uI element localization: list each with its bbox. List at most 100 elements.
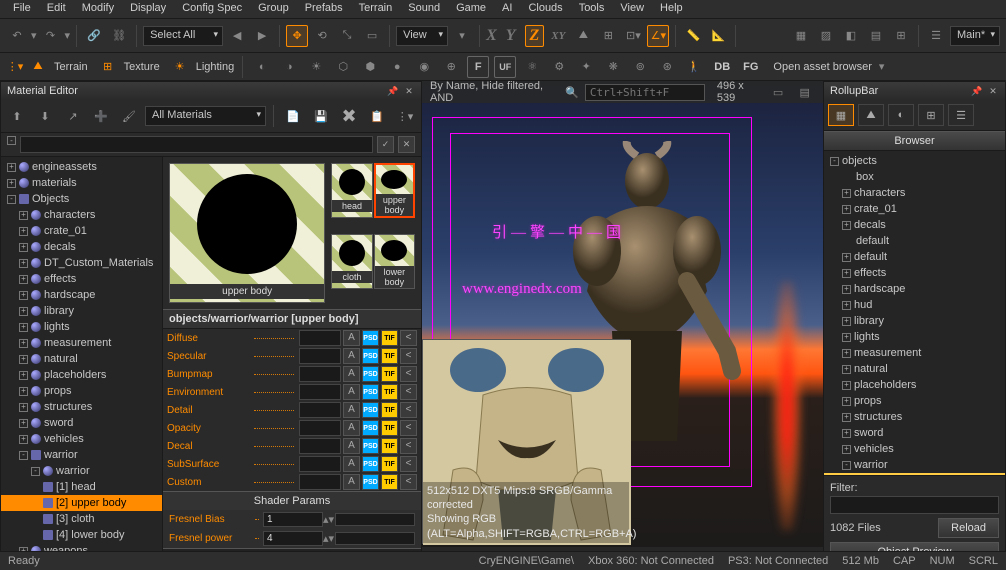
tif-badge[interactable]: TIF [381, 438, 398, 454]
tree-item[interactable]: +hardscape [1, 287, 162, 303]
tb-8[interactable]: ⊕ [440, 56, 462, 78]
map-a-btn[interactable]: A [343, 474, 360, 490]
vp-opt2[interactable]: ▤ [794, 81, 815, 103]
mt-delete[interactable]: ✖ [337, 104, 361, 128]
psd-badge[interactable]: PSD [362, 330, 379, 346]
map-a-btn[interactable]: A [343, 384, 360, 400]
map-a-btn[interactable]: A [343, 456, 360, 472]
angle-snap[interactable]: ∠▾ [647, 25, 669, 47]
tb-1[interactable]: ◐ [251, 56, 273, 78]
map-path[interactable] [299, 474, 341, 490]
psd-badge[interactable]: PSD [362, 384, 379, 400]
tif-badge[interactable]: TIF [381, 474, 398, 490]
tree-item[interactable]: +natural [1, 351, 162, 367]
mt-more[interactable]: ⋮▾ [393, 104, 417, 128]
param-slider[interactable] [335, 513, 415, 526]
mt-save[interactable]: 💾 [309, 104, 333, 128]
viewport[interactable]: By Name, Hide filtered, AND 🔍 496 x 539 … [422, 81, 823, 569]
submaterial-thumb[interactable]: upper body [374, 163, 415, 218]
param-value[interactable]: 4 [263, 531, 323, 546]
open-asset-btn[interactable]: Open asset browser [773, 61, 871, 73]
view-dropdown[interactable]: View [396, 26, 448, 46]
mt-assign[interactable]: ⬆ [5, 104, 29, 128]
rollup-tree-item[interactable]: +measurement [824, 345, 1005, 361]
texture-preview-window[interactable]: 512x512 DXT5 Mips:8 SRGB/Gamma corrected… [422, 339, 630, 544]
map-browse-btn[interactable]: < [400, 366, 417, 382]
z-axis-toggle[interactable]: Z [525, 25, 545, 47]
tree-item[interactable]: +decals [1, 239, 162, 255]
tree-item[interactable]: [4] lower body [1, 527, 162, 543]
close-icon[interactable]: ✕ [987, 85, 999, 97]
menu-file[interactable]: File [5, 0, 39, 18]
scale-tool[interactable]: ⤡ [336, 25, 358, 47]
tif-badge[interactable]: TIF [381, 420, 398, 436]
rollup-tab-1[interactable]: ▦ [828, 104, 854, 126]
close-icon[interactable]: ✕ [403, 85, 415, 97]
param-slider[interactable] [335, 532, 415, 545]
tree-filter-input[interactable] [20, 136, 373, 153]
psd-badge[interactable]: PSD [362, 456, 379, 472]
tb-14[interactable]: ⊛ [656, 56, 678, 78]
tif-badge[interactable]: TIF [381, 330, 398, 346]
rollup-tab-4[interactable]: ⊞ [918, 104, 944, 126]
tree-item[interactable]: +placeholders [1, 367, 162, 383]
menu-ai[interactable]: AI [494, 0, 520, 18]
tree-item[interactable]: +crate_01 [1, 223, 162, 239]
menu-sound[interactable]: Sound [400, 0, 448, 18]
view-opts[interactable]: ▾ [451, 25, 473, 47]
map-browse-btn[interactable]: < [400, 330, 417, 346]
t5[interactable]: ⊞ [890, 25, 912, 47]
menu-tools[interactable]: Tools [571, 0, 613, 18]
tree-item[interactable]: [3] cloth [1, 511, 162, 527]
layout-dropdown[interactable]: Main* [950, 26, 1000, 46]
menu-clouds[interactable]: Clouds [520, 0, 570, 18]
tb-char[interactable]: 🚶 [683, 56, 705, 78]
rollup-tree-item[interactable]: default [824, 233, 1005, 249]
rollup-tab-3[interactable]: ◐ [888, 104, 914, 126]
map-a-btn[interactable]: A [343, 348, 360, 364]
menu-game[interactable]: Game [448, 0, 494, 18]
rollup-tree-item[interactable]: +characters [824, 185, 1005, 201]
map-path[interactable] [299, 330, 341, 346]
rollup-tree-item[interactable]: +structures [824, 409, 1005, 425]
tree-item[interactable]: +measurement [1, 335, 162, 351]
rollup-tree-item[interactable]: +decals [824, 217, 1005, 233]
tb-10[interactable]: ⚙ [548, 56, 570, 78]
menu-help[interactable]: Help [652, 0, 691, 18]
menu-display[interactable]: Display [122, 0, 174, 18]
tree-item[interactable]: -warrior [1, 447, 162, 463]
x-axis-toggle[interactable]: X [486, 27, 497, 45]
menu-config-spec[interactable]: Config Spec [174, 0, 250, 18]
tb-9[interactable]: ⚛ [521, 56, 543, 78]
menu-modify[interactable]: Modify [74, 0, 122, 18]
map-browse-btn[interactable]: < [400, 438, 417, 454]
grid-opts[interactable]: ⊡▾ [622, 25, 644, 47]
terrain-snap[interactable]: ⛰ [572, 25, 594, 47]
rollup-tree-item[interactable]: +effects [824, 265, 1005, 281]
psd-badge[interactable]: PSD [362, 366, 379, 382]
rollup-tree-item[interactable]: +lights [824, 329, 1005, 345]
rollup-tree-item[interactable]: -objects [824, 153, 1005, 169]
t4[interactable]: ▤ [865, 25, 887, 47]
next-sel-button[interactable]: ▶ [251, 25, 273, 47]
map-a-btn[interactable]: A [343, 402, 360, 418]
filter-clear[interactable]: ✓ [377, 136, 394, 153]
tif-badge[interactable]: TIF [381, 366, 398, 382]
move-tool[interactable]: ✥ [286, 25, 308, 47]
tree-item[interactable]: +props [1, 383, 162, 399]
terrain-label[interactable]: Terrain [54, 61, 88, 73]
mt-pick[interactable]: ↗ [61, 104, 85, 128]
vp-opt1[interactable]: ▭ [768, 81, 789, 103]
map-browse-btn[interactable]: < [400, 456, 417, 472]
psd-badge[interactable]: PSD [362, 438, 379, 454]
param-spinner[interactable]: ▴▾ [323, 532, 335, 545]
map-path[interactable] [299, 420, 341, 436]
menu-view[interactable]: View [612, 0, 652, 18]
select-tool[interactable]: ▭ [361, 25, 383, 47]
map-path[interactable] [299, 366, 341, 382]
texture-label[interactable]: Texture [124, 61, 160, 73]
tb-13[interactable]: ⊚ [629, 56, 651, 78]
tree-item[interactable]: [1] head [1, 479, 162, 495]
map-a-btn[interactable]: A [343, 366, 360, 382]
rollup-tree-item[interactable]: +default [824, 249, 1005, 265]
